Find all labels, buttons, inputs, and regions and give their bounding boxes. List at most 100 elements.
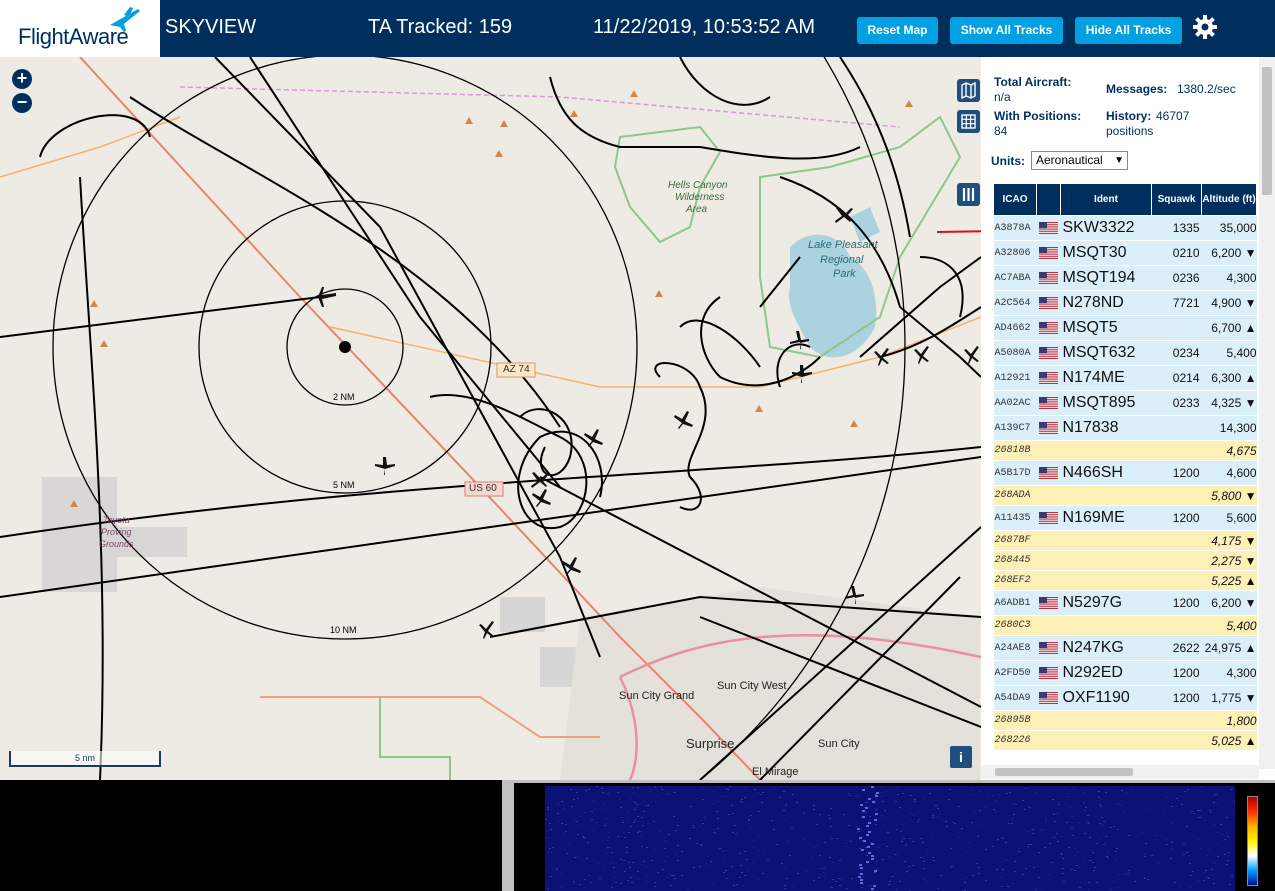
place-label: Surprise xyxy=(686,736,735,751)
icao-cell: AC7ABA xyxy=(993,265,1037,291)
gear-icon[interactable] xyxy=(1192,14,1218,40)
icao-cell: 268EF2 xyxy=(993,570,1037,591)
icao-cell: A5080A xyxy=(993,340,1037,366)
squawk-cell xyxy=(1151,415,1202,441)
altitude-cell: 5,025 ▲ xyxy=(1201,730,1257,751)
scrollbar-thumb[interactable] xyxy=(995,768,1133,776)
table-row[interactable]: 268EF2 5,225 ▲ xyxy=(993,570,1257,591)
table-row[interactable]: A54DA9 OXF1190 1200 1,775 ▼ xyxy=(993,685,1257,711)
grid-icon[interactable] xyxy=(957,110,980,133)
range-label-2nm: 2 NM xyxy=(333,392,355,402)
table-row[interactable]: AC7ABA MSQT194 0236 4,300 xyxy=(993,265,1257,291)
road-label-az74: AZ 74 xyxy=(503,364,530,375)
altitude-cell: 6,200 ▼ xyxy=(1201,590,1257,616)
aircraft-marker xyxy=(532,489,551,507)
place-label: Proving xyxy=(101,527,132,537)
table-row[interactable]: AA02AC MSQT895 0233 4,325 ▼ xyxy=(993,390,1257,416)
table-row[interactable]: A5B17D N466SH 1200 4,600 xyxy=(993,460,1257,486)
table-row[interactable]: A139C7 N17838 14,300 xyxy=(993,415,1257,441)
aircraft-marker xyxy=(964,346,979,364)
table-row[interactable]: 268ADA 5,800 ▼ xyxy=(993,485,1257,506)
vertical-scrollbar[interactable] xyxy=(1259,57,1275,769)
squawk-cell: 0236 xyxy=(1151,265,1202,291)
icao-cell: A11435 xyxy=(993,505,1037,531)
table-row[interactable]: 2680C3 5,400 xyxy=(993,615,1257,636)
altitude-cell: 2,275 ▼ xyxy=(1201,550,1257,571)
icao-cell: A5B17D xyxy=(993,460,1037,486)
icao-cell: A24AE8 xyxy=(993,635,1037,661)
squawk-cell xyxy=(1151,440,1202,461)
units-select[interactable]: Aeronautical ▼ xyxy=(1031,151,1128,170)
panel-divider[interactable] xyxy=(502,780,514,891)
total-aircraft-label: Total Aircraft: xyxy=(994,75,1072,89)
table-row[interactable]: 268445 2,275 ▼ xyxy=(993,550,1257,571)
altitude-cell: 5,400 xyxy=(1201,615,1257,636)
table-row[interactable]: AD4662 MSQT5 6,700 ▲ xyxy=(993,315,1257,341)
flag-cell xyxy=(1036,530,1061,551)
ident-cell: MSQT5 xyxy=(1060,315,1152,341)
table-row[interactable]: A11435 N169ME 1200 5,600 xyxy=(993,505,1257,531)
column-header-ident[interactable]: Ident xyxy=(1060,183,1152,216)
icao-cell: 2687BF xyxy=(993,530,1037,551)
zoom-in-button[interactable]: + xyxy=(12,69,32,89)
squawk-cell xyxy=(1151,315,1202,341)
table-row[interactable]: A3878A SKW3322 1335 35,000 xyxy=(993,215,1257,241)
logo-text: FlightAware xyxy=(18,24,129,49)
altitude-cell: 14,300 xyxy=(1201,415,1257,441)
columns-toggle-icon[interactable] xyxy=(957,183,980,206)
scale-bar: 5 nm xyxy=(9,751,161,767)
table-row[interactable]: A2FD50 N292ED 1200 4,300 xyxy=(993,660,1257,686)
table-row[interactable]: 2687BF 4,175 ▼ xyxy=(993,530,1257,551)
map-view[interactable]: 2 NM 5 NM 10 NM AZ 74 US 60 Hells Canyon… xyxy=(0,57,981,780)
ident-cell: N466SH xyxy=(1060,460,1152,486)
ident-cell: MSQT194 xyxy=(1060,265,1152,291)
table-row[interactable]: A32806 MSQT30 0210 6,200 ▼ xyxy=(993,240,1257,266)
units-value: Aeronautical xyxy=(1036,153,1103,167)
table-row[interactable]: A5080A MSQT632 0234 5,400 xyxy=(993,340,1257,366)
tracked-count: TA Tracked: 159 xyxy=(368,16,513,38)
icao-cell: A12921 xyxy=(993,365,1037,391)
squawk-cell xyxy=(1151,570,1202,591)
table-row[interactable]: A6ADB1 N5297G 1200 6,200 ▼ xyxy=(993,590,1257,616)
flag-cell xyxy=(1036,635,1061,661)
altitude-cell: 6,300 ▲ xyxy=(1201,365,1257,391)
column-header-flag[interactable] xyxy=(1036,183,1061,216)
icao-cell: AA02AC xyxy=(993,390,1037,416)
squawk-cell xyxy=(1151,485,1202,506)
map-layers-icon[interactable] xyxy=(957,79,980,102)
horizontal-scrollbar[interactable] xyxy=(981,765,1259,779)
table-row[interactable]: 26895B 1,800 xyxy=(993,710,1257,731)
squawk-cell: 1200 xyxy=(1151,460,1202,486)
us-flag-icon xyxy=(1038,296,1058,309)
flightaware-logo[interactable]: FlightAware xyxy=(0,0,160,57)
table-row[interactable]: A24AE8 N247KG 2622 24,975 ▲ xyxy=(993,635,1257,661)
map-canvas[interactable] xyxy=(0,57,981,780)
icao-cell: A2FD50 xyxy=(993,660,1037,686)
aircraft-table-body: A3878A SKW3322 1335 35,000 A32806 MSQT30 0210 6… xyxy=(993,215,1257,751)
table-row[interactable]: A2C564 N278ND 7721 4,900 ▼ xyxy=(993,290,1257,316)
table-row[interactable]: A12921 N174ME 0214 6,300 ▲ xyxy=(993,365,1257,391)
table-row[interactable]: 268226 5,025 ▲ xyxy=(993,730,1257,751)
column-header-altitude[interactable]: Altitude (ft) xyxy=(1201,183,1257,216)
scrollbar-thumb[interactable] xyxy=(1262,67,1272,195)
zoom-out-button[interactable]: − xyxy=(12,93,32,113)
column-header-squawk[interactable]: Squawk xyxy=(1151,183,1202,216)
ident-cell: MSQT632 xyxy=(1060,340,1152,366)
hide-all-tracks-button[interactable]: Hide All Tracks xyxy=(1075,17,1182,44)
us-flag-icon xyxy=(1038,641,1058,654)
chevron-down-icon: ▼ xyxy=(1114,155,1124,166)
table-row[interactable]: 26818B 4,675 xyxy=(993,440,1257,461)
column-header-icao[interactable]: ICAO xyxy=(993,183,1037,216)
show-all-tracks-button[interactable]: Show All Tracks xyxy=(950,17,1063,44)
place-label: Sun City Grand xyxy=(619,690,695,702)
altitude-cell: 5,600 xyxy=(1201,505,1257,531)
flag-cell xyxy=(1036,570,1061,591)
icao-cell: 268226 xyxy=(993,730,1037,751)
road-orange xyxy=(0,116,181,178)
altitude-cell: 1,800 xyxy=(1201,710,1257,731)
icao-cell: A2C564 xyxy=(993,290,1037,316)
reset-map-button[interactable]: Reset Map xyxy=(857,17,938,44)
info-button[interactable]: i xyxy=(950,746,972,768)
squawk-cell: 0233 xyxy=(1151,390,1202,416)
ident-cell: N247KG xyxy=(1060,635,1152,661)
